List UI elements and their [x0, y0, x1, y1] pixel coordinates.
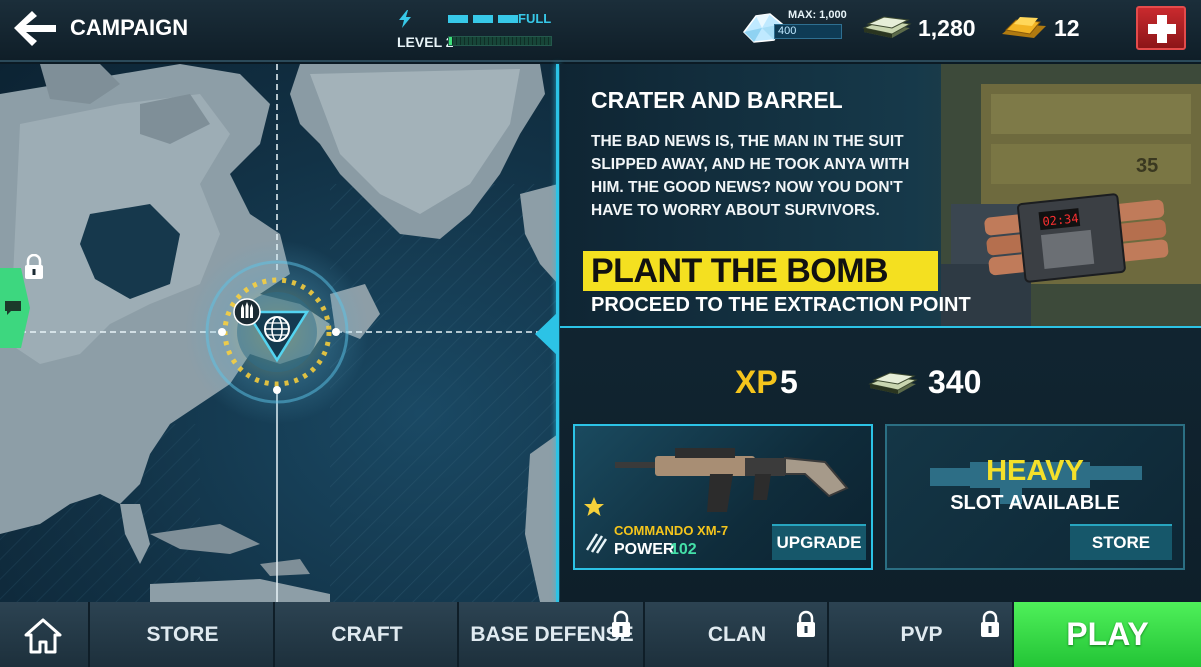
slot-text: SLOT AVAILABLE: [950, 492, 1120, 514]
objective-title: PLANT THE BOMB: [591, 252, 889, 290]
crystal-max-label: MAX: 1,000: [788, 9, 847, 21]
power-value: 102: [670, 541, 697, 558]
svg-text:35: 35: [1136, 155, 1158, 177]
nav-craft-label: CRAFT: [331, 623, 403, 646]
energy-segment: [473, 15, 493, 23]
reward-cash-value: 340: [928, 364, 982, 400]
mission-description: THE BAD NEWS IS, THE MAN IN THE SUIT SLI…: [591, 133, 910, 219]
reward-xp-value: 5: [780, 364, 798, 400]
mission-name: CRATER AND BARREL: [591, 87, 843, 113]
energy-bolt-icon: [399, 10, 411, 28]
objective-subtitle: PROCEED TO THE EXTRACTION POINT: [591, 294, 971, 316]
energy-segment: [448, 15, 468, 23]
level-progress-bar: [448, 36, 552, 46]
bomb-crate-art: 35 02:34: [941, 64, 1201, 326]
cash-value: 1,280: [918, 15, 976, 41]
map-pointer: [535, 311, 559, 357]
chat-icon: [5, 301, 21, 315]
level-label: LEVEL 2: [397, 34, 454, 50]
home-icon[interactable]: [24, 618, 62, 654]
energy-status: FULL: [518, 11, 552, 26]
lock-icon: [612, 610, 630, 637]
cash-stack-icon[interactable]: [862, 14, 912, 42]
back-arrow-icon[interactable]: [10, 8, 58, 48]
medkit-icon: [1148, 15, 1176, 43]
play-button-label: PLAY: [1066, 616, 1149, 652]
weapon-name: COMMANDO XM-7: [614, 523, 729, 538]
claws-icon: [585, 533, 608, 554]
energy-meter: [448, 15, 518, 23]
globe-icon[interactable]: [262, 314, 292, 344]
slot-type: HEAVY: [986, 455, 1084, 487]
power-label: POWER: [614, 541, 675, 558]
gold-value: 12: [1054, 15, 1080, 41]
energy-segment: [498, 15, 518, 23]
star-icon: [584, 497, 604, 516]
upgrade-button[interactable]: UPGRADE: [772, 524, 866, 560]
crystal-value: 400: [778, 25, 797, 37]
lock-icon: [25, 254, 43, 279]
cash-stack-icon: [868, 372, 918, 394]
rifle-image: [615, 448, 849, 512]
lock-icon: [981, 610, 999, 637]
reward-xp-label: XP: [735, 364, 778, 400]
level-progress-fill: [449, 37, 453, 45]
slot-store-button[interactable]: STORE: [1070, 524, 1172, 560]
bullets-icon: [233, 298, 261, 326]
campaign-map[interactable]: [0, 64, 558, 602]
lock-icon: [797, 610, 815, 637]
nav-store-label: STORE: [146, 623, 219, 646]
medkit-button[interactable]: [1136, 6, 1186, 50]
gold-bar-icon[interactable]: [1000, 14, 1048, 42]
page-title: CAMPAIGN: [70, 15, 189, 40]
